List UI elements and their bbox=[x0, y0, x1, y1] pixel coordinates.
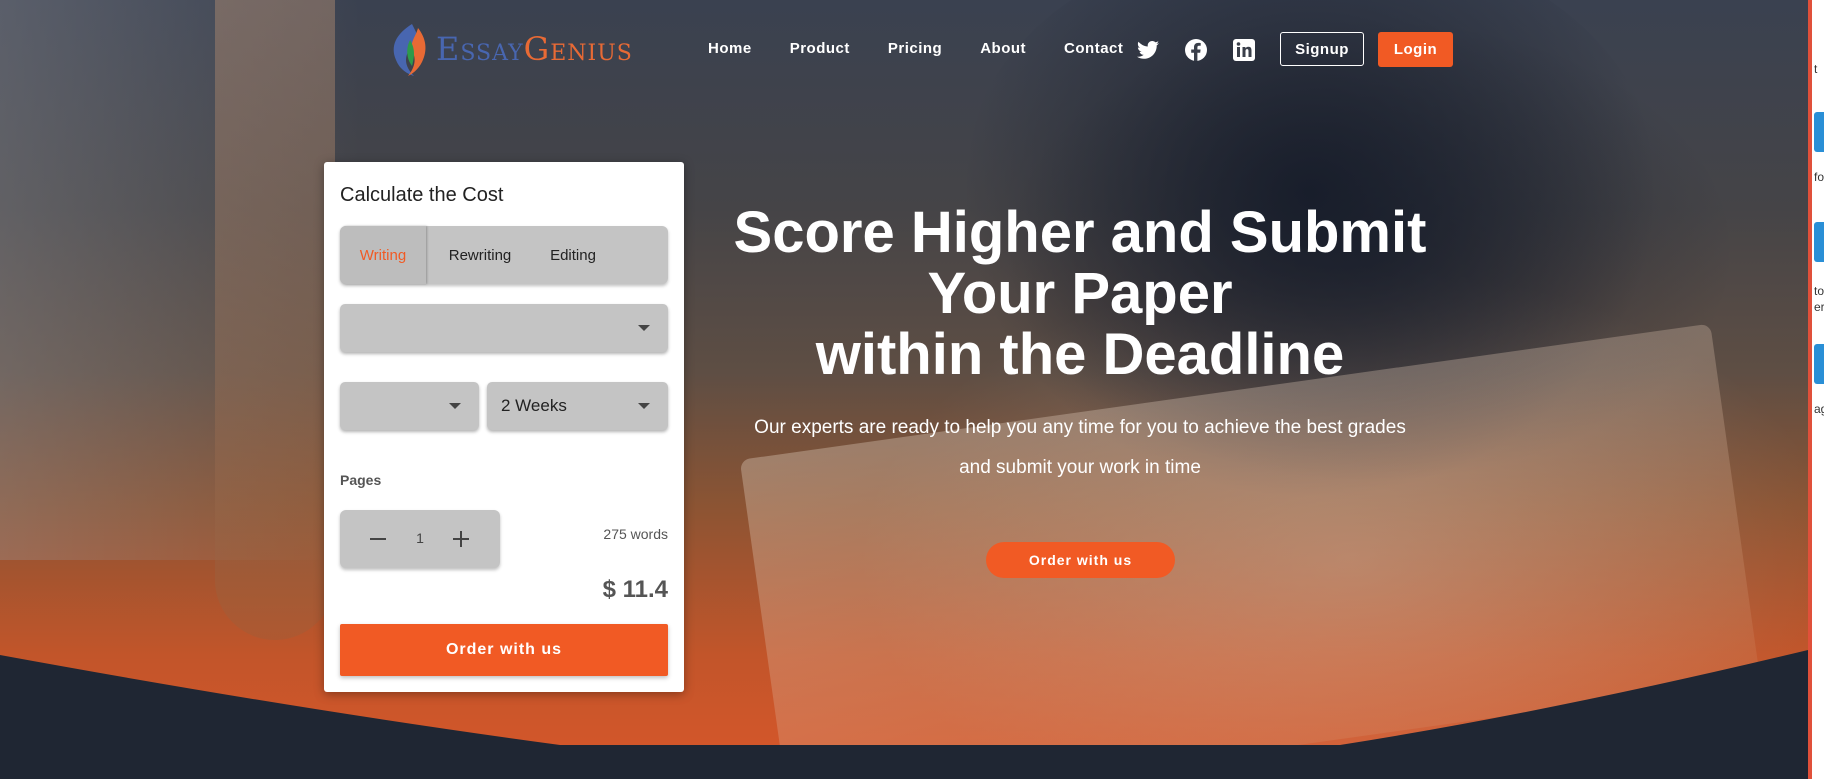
headline-line-3: within the Deadline bbox=[815, 322, 1345, 387]
pages-stepper: 1 bbox=[340, 510, 500, 568]
side-blue-block bbox=[1814, 112, 1824, 152]
increment-button[interactable] bbox=[440, 520, 484, 558]
linkedin-icon[interactable] bbox=[1232, 38, 1256, 62]
brand-name-part2: Genius bbox=[523, 30, 633, 68]
nav-contact[interactable]: Contact bbox=[1064, 40, 1123, 57]
twitter-icon[interactable] bbox=[1136, 38, 1160, 62]
side-snippet: ag bbox=[1814, 402, 1824, 416]
flame-logo-icon bbox=[393, 24, 426, 76]
footer-strip bbox=[0, 745, 1824, 779]
signup-button[interactable]: Signup bbox=[1280, 32, 1364, 66]
side-blue-block bbox=[1814, 222, 1824, 262]
tab-rewriting[interactable]: Rewriting bbox=[428, 226, 532, 284]
chevron-down-icon bbox=[638, 403, 650, 409]
headline-line-1: Score Higher and Submit bbox=[733, 200, 1427, 265]
chevron-down-icon bbox=[638, 325, 650, 331]
side-snippet: er. bbox=[1814, 300, 1824, 314]
login-button[interactable]: Login bbox=[1378, 32, 1453, 67]
side-snippet: fol bbox=[1814, 170, 1824, 184]
nav-home[interactable]: Home bbox=[708, 40, 752, 57]
deadline-select[interactable]: 2 Weeks bbox=[487, 382, 668, 430]
bottom-wave bbox=[0, 650, 1808, 745]
deadline-value: 2 Weeks bbox=[501, 396, 567, 415]
tab-writing[interactable]: Writing bbox=[340, 226, 426, 284]
plus-icon bbox=[460, 531, 462, 547]
academic-level-select[interactable] bbox=[340, 382, 479, 430]
main-nav: Home Product Pricing About Contact bbox=[708, 40, 1161, 57]
chevron-down-icon bbox=[449, 403, 461, 409]
total-price: $ 11.4 bbox=[602, 576, 668, 603]
hero-order-button[interactable]: Order with us bbox=[986, 542, 1175, 578]
calculator-title: Calculate the Cost bbox=[340, 184, 504, 206]
tab-editing[interactable]: Editing bbox=[534, 226, 612, 284]
calculator-order-button[interactable]: Order with us bbox=[340, 624, 668, 676]
side-snippet: t bbox=[1814, 62, 1818, 76]
cost-calculator-card: Calculate the Cost Writing Rewriting Edi… bbox=[324, 162, 684, 692]
nav-pricing[interactable]: Pricing bbox=[888, 40, 942, 57]
service-tabs: Writing Rewriting Editing bbox=[340, 226, 668, 284]
side-panel-edge: t fol to er. ag bbox=[1808, 0, 1824, 779]
nav-about[interactable]: About bbox=[980, 40, 1026, 57]
word-count: 275 words bbox=[603, 526, 668, 542]
brand-logo[interactable]: EssayGenius bbox=[382, 20, 633, 78]
side-blue-block bbox=[1814, 344, 1824, 384]
facebook-icon[interactable] bbox=[1184, 38, 1208, 62]
brand-name-part1: Essay bbox=[436, 30, 524, 68]
side-snippet: to bbox=[1814, 284, 1824, 298]
background-chair bbox=[215, 0, 335, 640]
brand-name: EssayGenius bbox=[436, 30, 633, 68]
headline-line-2: Your Paper bbox=[927, 261, 1233, 326]
hero-headline: Score Higher and Submit Your Paper withi… bbox=[700, 202, 1460, 385]
hero-subtext: Our experts are ready to help you any ti… bbox=[754, 417, 1406, 478]
nav-product[interactable]: Product bbox=[790, 40, 850, 57]
paper-type-select[interactable] bbox=[340, 304, 668, 352]
pages-label: Pages bbox=[340, 472, 382, 488]
